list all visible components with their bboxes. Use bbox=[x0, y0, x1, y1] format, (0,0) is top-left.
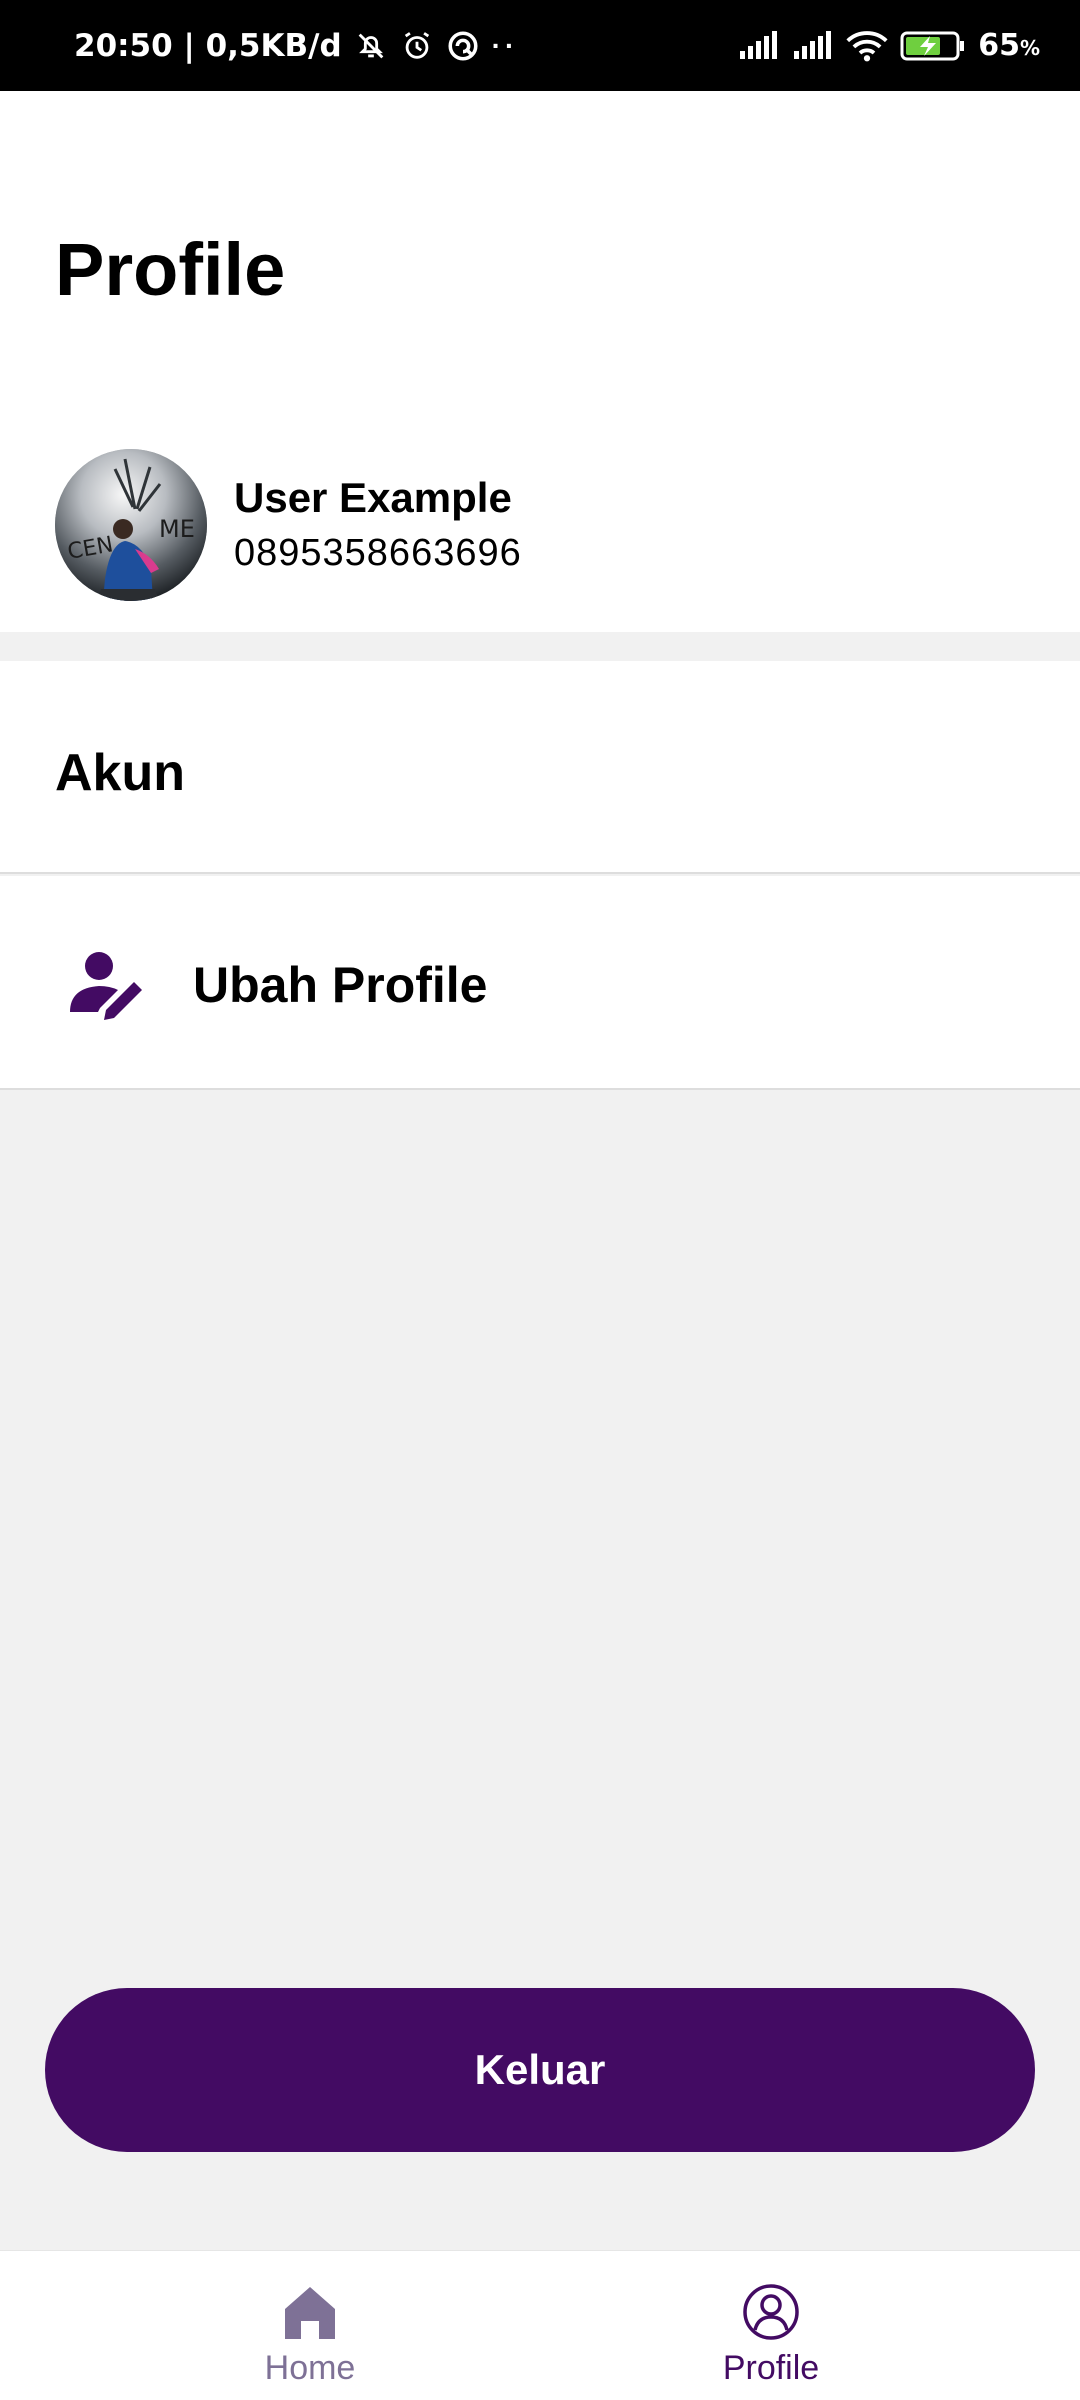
nav-item-profile[interactable]: Profile bbox=[621, 2251, 921, 2400]
nav-label-home: Home bbox=[264, 2349, 356, 2387]
svg-text:ME: ME bbox=[159, 515, 195, 543]
account-section-title: Akun bbox=[55, 744, 185, 802]
signal-icon bbox=[738, 30, 780, 61]
battery-value: 65 bbox=[978, 28, 1020, 63]
page-title: Profile bbox=[55, 228, 286, 311]
signal-icon bbox=[792, 30, 834, 61]
home-icon bbox=[285, 2287, 335, 2339]
profile-icon bbox=[743, 2284, 799, 2340]
user-name: User Example bbox=[234, 474, 512, 521]
logout-button[interactable]: Keluar bbox=[45, 1988, 1035, 2152]
status-time: 20:50 | 0,5KB/d bbox=[74, 27, 342, 64]
battery-level: 65% bbox=[978, 28, 1040, 63]
edit-user-icon bbox=[66, 948, 146, 1020]
sync-icon bbox=[446, 29, 480, 63]
status-bar-right: 65% bbox=[738, 28, 1040, 63]
status-dots: ·· bbox=[491, 29, 519, 61]
battery-unit: % bbox=[1019, 36, 1040, 60]
account-section: Akun bbox=[0, 661, 1080, 874]
avatar-photo-icon: CEN ME bbox=[55, 449, 207, 601]
alarm-icon bbox=[400, 29, 434, 63]
mute-icon bbox=[354, 29, 388, 63]
battery-charging-icon bbox=[900, 30, 966, 62]
edit-profile-label: Ubah Profile bbox=[193, 957, 488, 1013]
user-phone: 0895358663696 bbox=[234, 532, 522, 574]
edit-profile-menu-item[interactable]: Ubah Profile bbox=[0, 876, 1080, 1090]
avatar: CEN ME bbox=[55, 449, 207, 601]
bottom-navigation: Home Profile bbox=[0, 2250, 1080, 2400]
status-bar-left: 20:50 | 0,5KB/d ·· bbox=[74, 28, 518, 64]
nav-label-profile: Profile bbox=[722, 2349, 820, 2387]
status-bar: 20:50 | 0,5KB/d ·· 65% bbox=[0, 0, 1080, 91]
wifi-icon bbox=[846, 30, 888, 62]
nav-item-home[interactable]: Home bbox=[160, 2251, 460, 2400]
